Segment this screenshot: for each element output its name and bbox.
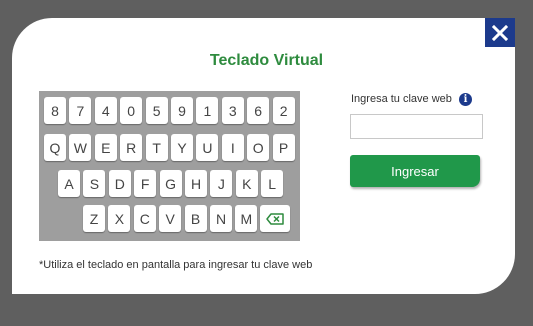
key-l[interactable]: L (261, 170, 284, 197)
key-s[interactable]: S (83, 170, 106, 197)
key-g[interactable]: G (159, 170, 182, 197)
dialog-title: Teclado Virtual (209, 52, 324, 69)
key-c[interactable]: C (133, 205, 156, 232)
key-3[interactable]: 3 (221, 97, 244, 124)
key-y[interactable]: Y (171, 134, 193, 161)
footnote: *Utiliza el teclado en pantalla para ing… (39, 259, 313, 271)
key-z[interactable]: Z (83, 205, 105, 232)
key-v[interactable]: V (159, 205, 182, 232)
close-button[interactable] (485, 18, 515, 47)
key-j[interactable]: J (210, 170, 233, 197)
key-6[interactable]: 6 (247, 97, 270, 124)
key-h[interactable]: H (185, 170, 207, 197)
key-m[interactable]: M (235, 205, 258, 232)
key-9[interactable]: 9 (171, 97, 193, 124)
info-icon[interactable]: i (459, 93, 472, 106)
backspace-key[interactable] (260, 205, 290, 232)
key-t[interactable]: T (145, 134, 168, 161)
key-p[interactable]: P (272, 134, 295, 161)
key-i[interactable]: I (221, 134, 244, 161)
key-b[interactable]: B (184, 205, 207, 232)
key-f[interactable]: F (134, 170, 157, 197)
key-1[interactable]: 1 (196, 97, 219, 124)
close-icon (492, 24, 508, 41)
key-2[interactable]: 2 (272, 97, 295, 124)
key-0[interactable]: 0 (120, 97, 143, 124)
key-k[interactable]: K (235, 170, 258, 197)
key-w[interactable]: W (69, 134, 92, 161)
virtual-keyboard: 8740591362 QWERTYUIOP ASDFGHJKL ZXCVBNM (39, 91, 300, 241)
submit-button[interactable]: Ingresar (350, 155, 480, 187)
key-u[interactable]: U (196, 134, 219, 161)
backdrop (0, 0, 533, 18)
key-d[interactable]: D (108, 170, 131, 197)
backspace-icon (266, 212, 284, 225)
key-4[interactable]: 4 (94, 97, 117, 124)
key-r[interactable]: R (120, 134, 143, 161)
key-7[interactable]: 7 (69, 97, 92, 124)
key-q[interactable]: Q (44, 134, 66, 161)
password-input[interactable] (350, 114, 483, 139)
key-x[interactable]: X (108, 205, 131, 232)
key-a[interactable]: A (58, 170, 80, 197)
key-o[interactable]: O (247, 134, 270, 161)
key-n[interactable]: N (210, 205, 232, 232)
key-5[interactable]: 5 (145, 97, 168, 124)
key-8[interactable]: 8 (44, 97, 66, 124)
password-label: Ingresa tu clave web (351, 93, 452, 105)
key-e[interactable]: E (94, 134, 117, 161)
